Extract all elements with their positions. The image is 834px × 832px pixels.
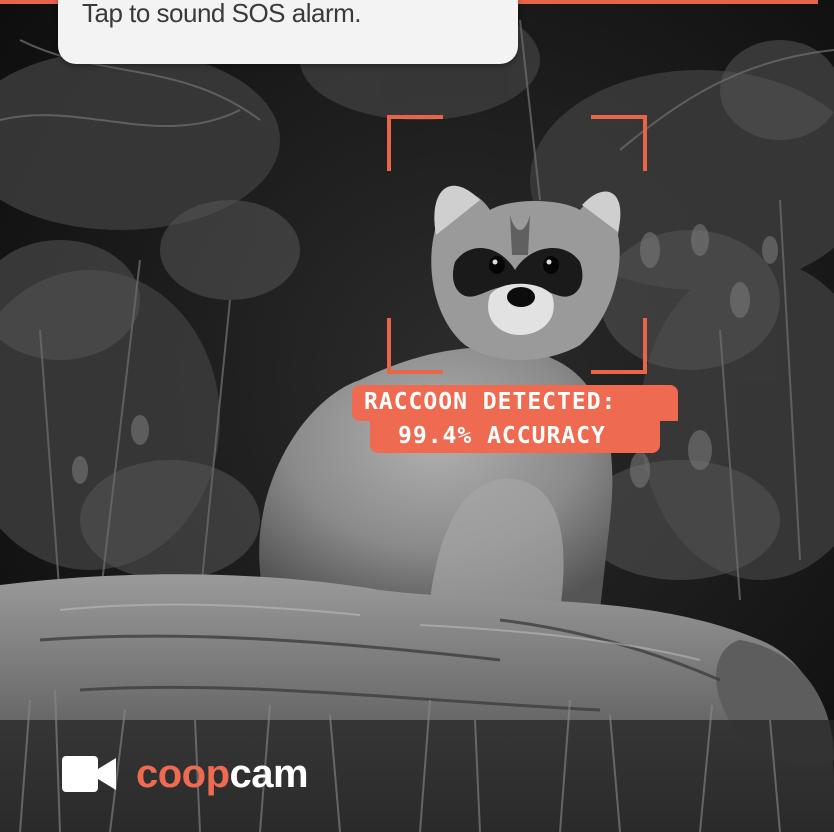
- detection-label-title: RACCOON DETECTED:: [352, 385, 678, 421]
- detection-bracket-bottom-right: [591, 318, 647, 374]
- detection-label-accuracy: 99.4% ACCURACY: [370, 419, 660, 453]
- brand-name-part1: coop: [136, 752, 230, 796]
- top-accent-bar-left: [0, 0, 60, 4]
- detection-bracket-top-right: [591, 115, 647, 171]
- notification-message: Tap to sound SOS alarm.: [82, 0, 361, 28]
- sos-notification-banner[interactable]: Tap to sound SOS alarm.: [58, 0, 518, 64]
- detection-bracket-bottom-left: [387, 318, 443, 374]
- brand-name-part2: cam: [229, 752, 309, 796]
- top-accent-bar-right: [518, 0, 818, 4]
- brand-logo: coopcam: [62, 752, 309, 796]
- detection-bracket-top-left: [387, 115, 443, 171]
- video-camera-icon: [62, 756, 116, 792]
